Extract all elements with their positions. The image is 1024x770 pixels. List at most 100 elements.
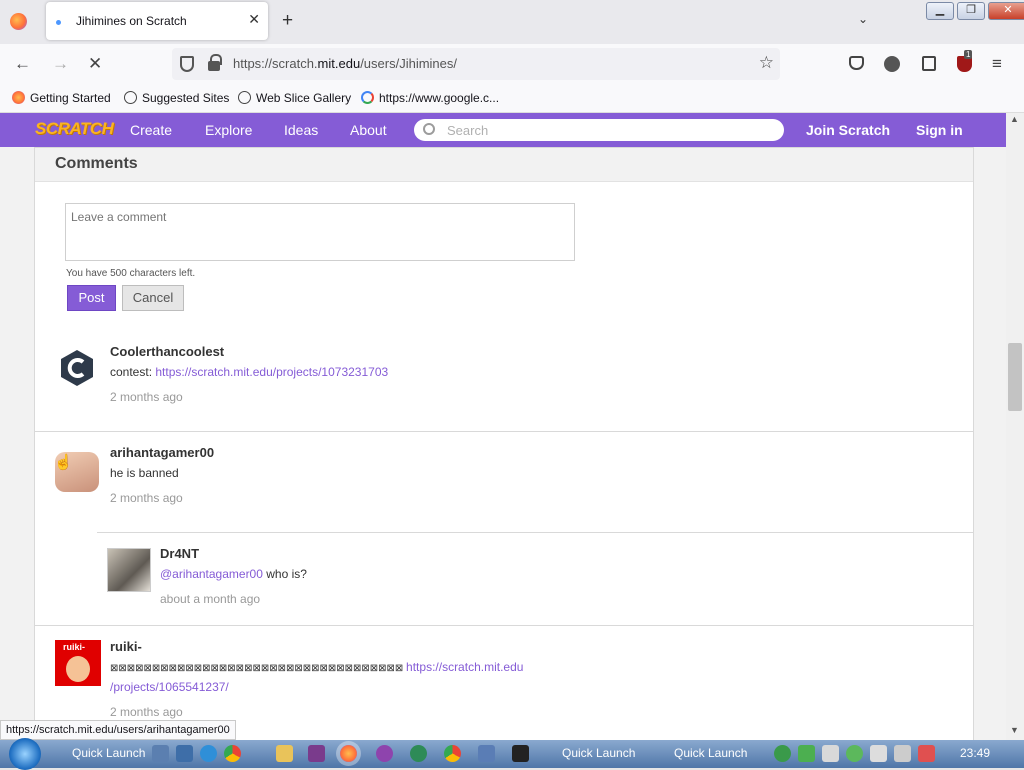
scroll-down-icon[interactable]: ▼ <box>1010 725 1019 735</box>
scroll-thumb[interactable] <box>1008 343 1022 411</box>
url-text[interactable]: https://scratch.mit.edu/users/Jihimines/ <box>233 56 457 71</box>
navigation-toolbar: ← → ✕ https://scratch.mit.edu/users/Jihi… <box>0 44 1024 84</box>
app-icon[interactable] <box>410 745 427 762</box>
nav-explore[interactable]: Explore <box>205 122 252 138</box>
folder-icon[interactable] <box>276 745 293 762</box>
app-icon[interactable] <box>376 745 393 762</box>
network-icon[interactable] <box>894 745 911 762</box>
app-icon[interactable] <box>478 745 495 762</box>
flag-icon[interactable] <box>870 745 887 762</box>
tray-icon[interactable] <box>798 745 815 762</box>
menu-icon[interactable]: ≡ <box>992 54 1002 74</box>
tab-list-icon[interactable]: ⌄ <box>858 12 868 26</box>
taskbar: Quick Launch Quick Launch Quick Launch 2… <box>0 738 1024 770</box>
new-tab-button[interactable]: + <box>282 10 293 32</box>
globe-icon <box>124 91 137 104</box>
back-icon[interactable]: ← <box>14 54 31 74</box>
comments-title: Comments <box>55 155 138 172</box>
tab-bar: Jihimines on Scratch ✕ + ⌄ ▁ ❐ ✕ <box>0 0 1024 44</box>
chrome-icon[interactable] <box>444 745 461 762</box>
post-button[interactable]: Post <box>67 285 116 311</box>
tray-icon[interactable] <box>774 745 791 762</box>
sign-in-link[interactable]: Sign in <box>916 122 963 138</box>
bookmarks-toolbar: Getting Started Suggested Sites Web Slic… <box>0 84 1024 113</box>
avatar[interactable] <box>61 350 93 386</box>
shield-icon[interactable] <box>180 56 194 72</box>
bookmark-suggested-sites[interactable]: Suggested Sites <box>124 91 229 105</box>
nav-ideas[interactable]: Ideas <box>284 122 318 138</box>
tray-icon[interactable] <box>822 745 839 762</box>
clock[interactable]: 23:49 <box>960 746 990 760</box>
bookmark-getting-started[interactable]: Getting Started <box>12 91 111 105</box>
bookmark-star-icon[interactable]: ☆ <box>759 53 774 73</box>
nav-create[interactable]: Create <box>130 122 172 138</box>
stop-icon[interactable]: ✕ <box>88 54 102 74</box>
bookmark-web-slice-gallery[interactable]: Web Slice Gallery <box>238 91 351 105</box>
show-desktop-icon[interactable] <box>152 745 169 762</box>
bookmark-google[interactable]: https://www.google.c... <box>361 91 499 105</box>
comment-link[interactable]: /projects/1065541237/ <box>110 680 229 694</box>
explorer-icon[interactable] <box>176 745 193 762</box>
quick-launch-label[interactable]: Quick Launch <box>72 746 145 760</box>
lock-icon[interactable] <box>208 54 222 71</box>
scratch-logo[interactable]: SCRATCH <box>35 119 114 139</box>
comment-link[interactable]: https://scratch.mit.edu/projects/1073231… <box>155 365 388 379</box>
scroll-up-icon[interactable]: ▲ <box>1010 114 1019 124</box>
tab-close-icon[interactable]: ✕ <box>248 11 260 28</box>
divider <box>35 625 973 626</box>
search-input[interactable]: Search <box>414 119 784 141</box>
divider <box>35 431 973 432</box>
close-window-button[interactable]: ✕ <box>988 2 1024 20</box>
join-scratch-link[interactable]: Join Scratch <box>806 122 890 138</box>
comment-input[interactable] <box>65 203 575 261</box>
characters-left: You have 500 characters left. <box>66 268 196 279</box>
comment-time: about a month ago <box>160 592 261 606</box>
scratch-navbar: SCRATCH Create Explore Ideas About Searc… <box>0 113 1006 147</box>
search-icon <box>423 123 435 135</box>
ie-icon[interactable] <box>200 745 217 762</box>
forward-icon[interactable]: → <box>52 54 69 74</box>
firefox-icon[interactable] <box>10 13 27 30</box>
comment-text: he is banned <box>110 466 179 480</box>
url-bar[interactable]: https://scratch.mit.edu/users/Jihimines/… <box>172 48 780 80</box>
comment-text: @arihantagamer00 who is? <box>160 567 307 581</box>
firefox-icon <box>12 91 25 104</box>
pocket-icon[interactable] <box>849 56 864 70</box>
firefox-taskbar-icon[interactable] <box>340 745 357 762</box>
quick-launch-label[interactable]: Quick Launch <box>562 746 635 760</box>
comments-box: Comments You have 500 characters left. P… <box>34 147 974 740</box>
page-scrollbar[interactable]: ▲ ▼ <box>1006 113 1024 740</box>
avatar[interactable] <box>107 548 151 592</box>
nav-about[interactable]: About <box>350 122 387 138</box>
google-icon <box>361 91 374 104</box>
cancel-button[interactable]: Cancel <box>122 285 184 311</box>
comment-username[interactable]: ruiki- <box>110 639 142 654</box>
comment-username[interactable]: Coolerthancoolest <box>110 344 224 359</box>
ublock-icon[interactable]: 1 <box>957 50 973 72</box>
comment-text: contest: https://scratch.mit.edu/project… <box>110 365 389 379</box>
browser-tab[interactable]: Jihimines on Scratch ✕ <box>46 2 268 40</box>
mention-link[interactable]: @arihantagamer00 <box>160 567 263 581</box>
account-icon[interactable] <box>884 56 900 72</box>
restore-button[interactable]: ❐ <box>957 2 985 20</box>
comment-username[interactable]: Dr4NT <box>160 546 199 561</box>
tab-loading-icon <box>56 20 61 25</box>
extensions-icon[interactable] <box>922 56 936 71</box>
chrome-icon[interactable] <box>224 745 241 762</box>
minimize-button[interactable]: ▁ <box>926 2 954 20</box>
comment-link[interactable]: https://scratch.mit.edu <box>406 660 523 674</box>
volume-muted-icon[interactable] <box>918 745 935 762</box>
comment-username[interactable]: arihantagamer00 <box>110 445 214 460</box>
comments-header: Comments <box>35 148 973 182</box>
comment-time: 2 months ago <box>110 491 183 505</box>
tab-title: Jihimines on Scratch <box>76 14 187 28</box>
globe-icon <box>238 91 251 104</box>
start-button[interactable] <box>9 738 41 770</box>
tray-icon[interactable] <box>846 745 863 762</box>
search-placeholder: Search <box>447 123 489 138</box>
terminal-icon[interactable] <box>512 745 529 762</box>
hand-cursor-icon: ☝ <box>54 454 73 471</box>
winrar-icon[interactable] <box>308 745 325 762</box>
avatar[interactable]: ruiki- <box>55 640 101 686</box>
quick-launch-label[interactable]: Quick Launch <box>674 746 747 760</box>
